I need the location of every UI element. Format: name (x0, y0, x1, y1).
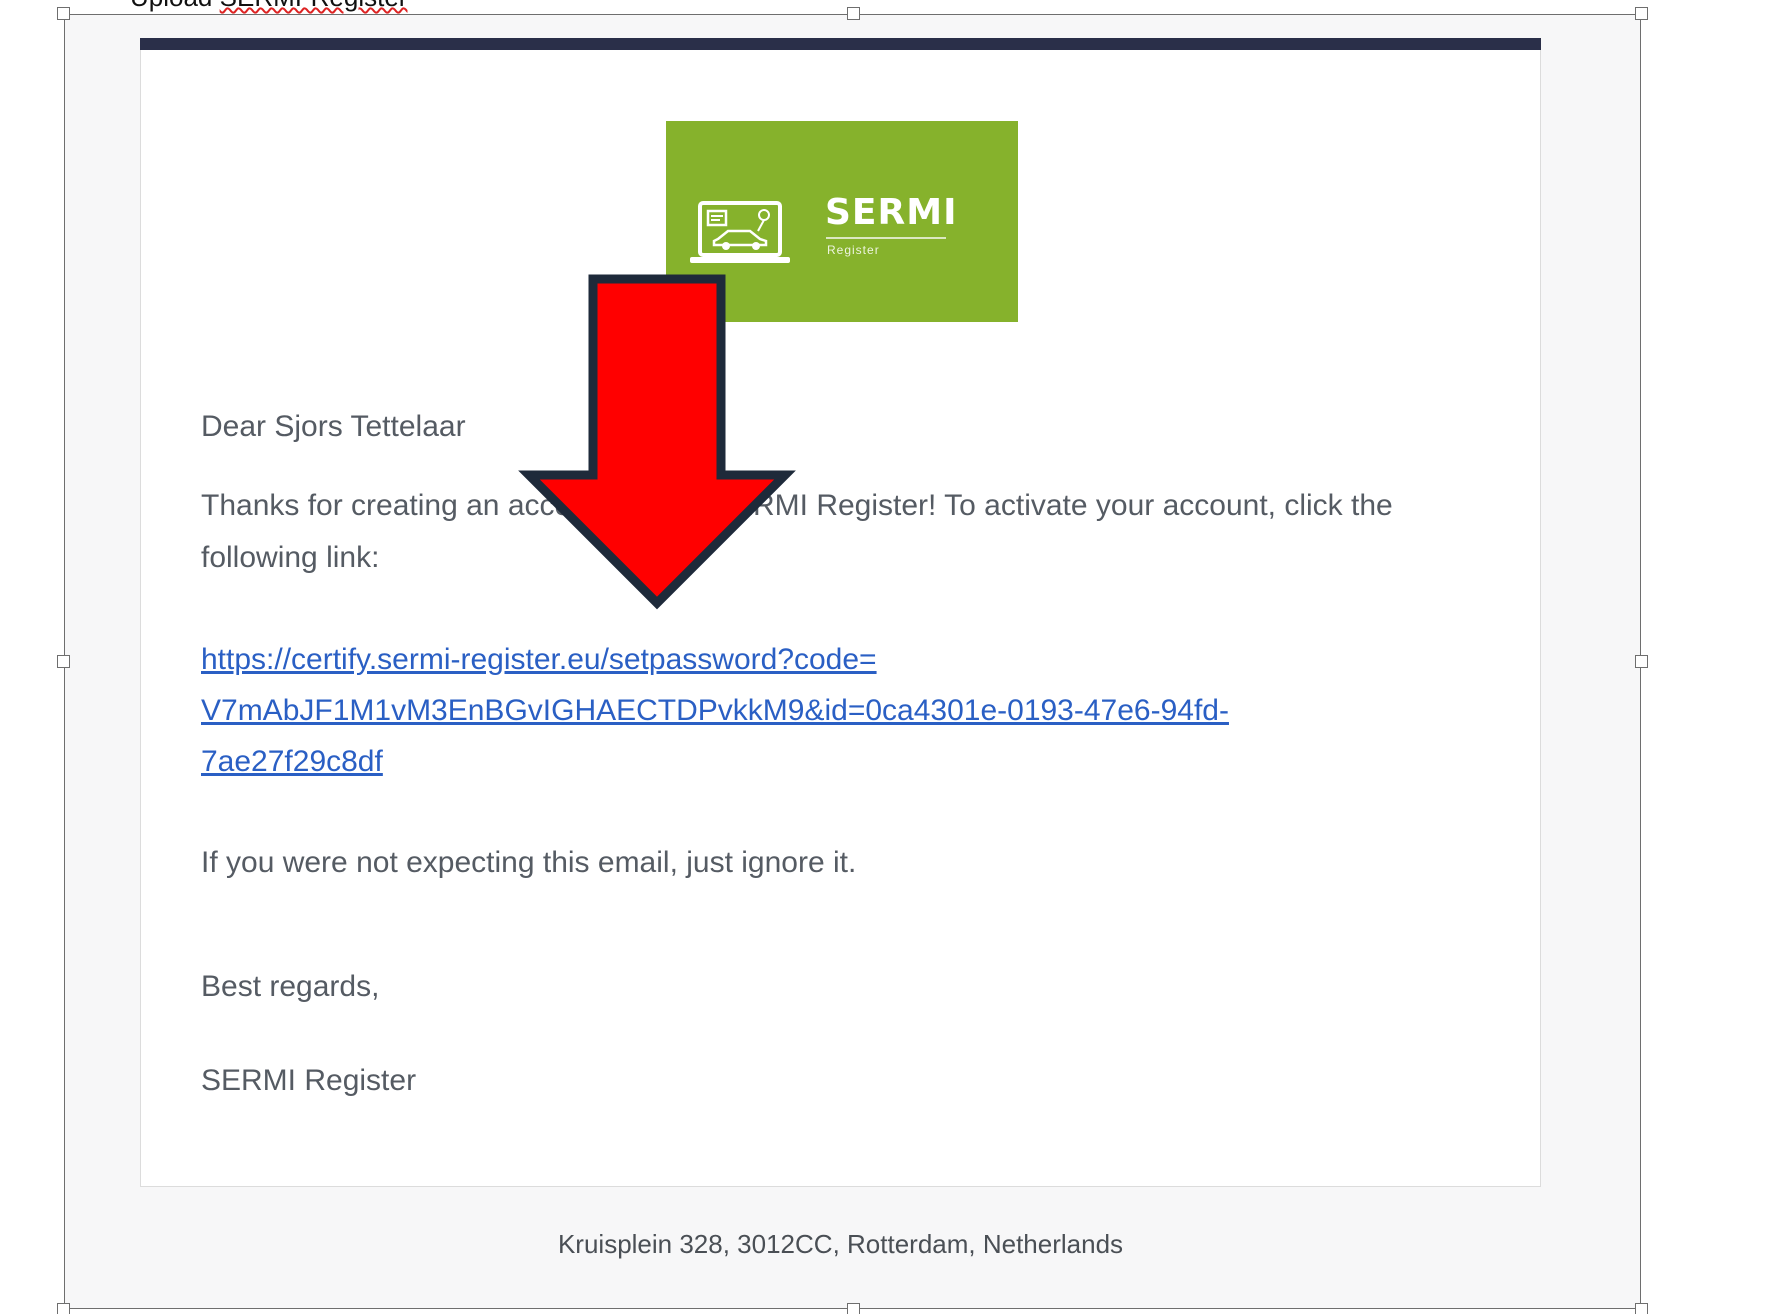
embedded-image-frame[interactable]: SERMI Register Dear Sjors Tettelaar Than… (57, 7, 1648, 1314)
closing-text: Best regards, (201, 970, 380, 1003)
ignore-notice: If you were not expecting this email, ju… (201, 846, 857, 879)
signature-text: SERMI Register (201, 1064, 417, 1097)
activation-link-line-1: https://certify.sermi-register.eu/setpas… (201, 643, 877, 676)
resize-handle-top-center[interactable] (847, 7, 860, 20)
intro-line-1: Thanks for creating an account on the SE… (201, 489, 1393, 522)
resize-handle-top-right[interactable] (1635, 7, 1648, 20)
resize-handle-top-left[interactable] (57, 7, 70, 20)
laptop-car-diagnostics-icon (690, 201, 790, 263)
resize-handle-middle-right[interactable] (1635, 655, 1648, 668)
resize-handle-middle-left[interactable] (57, 655, 70, 668)
resize-handle-bottom-left[interactable] (57, 1303, 70, 1314)
resize-handle-bottom-center[interactable] (847, 1303, 860, 1314)
sermi-logo: SERMI Register (666, 121, 1018, 322)
spellcheck-underlined-text: SERMI-Register (220, 0, 408, 12)
footer-address: Kruisplein 328, 3012CC, Rotterdam, Nethe… (557, 1229, 1124, 1259)
email-header-bar (140, 38, 1541, 50)
document-canvas: Upload SERMI-Register SERMI (0, 0, 1768, 1314)
email-card: SERMI Register Dear Sjors Tettelaar Than… (140, 38, 1541, 1187)
activation-link[interactable]: https://certify.sermi-register.eu/setpas… (201, 634, 1229, 787)
document-text-above: Upload SERMI-Register (130, 0, 407, 13)
logo-underline (826, 237, 946, 239)
activation-link-line-3: 7ae27f29c8df (201, 745, 383, 778)
intro-line-2: following link: (201, 541, 380, 574)
logo-subtitle: Register (827, 243, 880, 257)
activation-link-line-2: V7mAbJF1M1vM3EnBGvIGHAECTDPvkkM9&id=0ca4… (201, 694, 1229, 727)
email-intro-paragraph: Thanks for creating an account on the SE… (201, 480, 1393, 584)
text-fragment: Upload (130, 0, 212, 12)
resize-handle-bottom-right[interactable] (1635, 1303, 1648, 1314)
email-greeting: Dear Sjors Tettelaar (201, 410, 466, 443)
logo-wordmark: SERMI (825, 192, 958, 233)
